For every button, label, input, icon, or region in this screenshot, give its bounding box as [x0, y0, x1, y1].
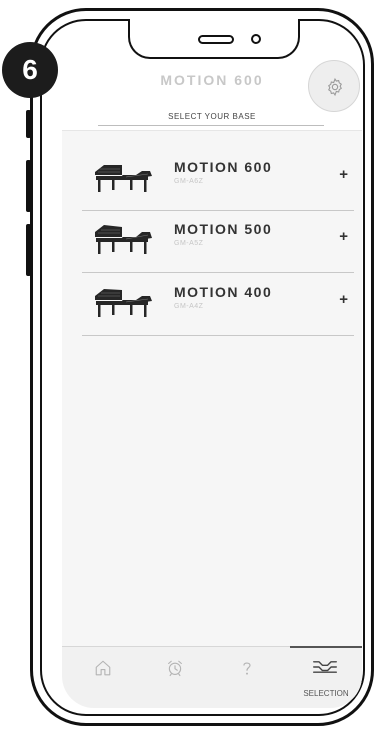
base-name: MOTION 400 — [174, 284, 273, 300]
base-item-motion-400[interactable]: MOTION 400 GM-A4Z + — [82, 276, 354, 336]
step-number-badge: 6 — [2, 42, 58, 98]
speaker-grille — [198, 35, 234, 44]
add-base-button[interactable]: + — [339, 228, 348, 245]
base-name: MOTION 500 — [174, 221, 273, 237]
front-camera — [251, 34, 261, 44]
header-divider — [98, 125, 324, 126]
list-divider — [82, 335, 354, 336]
base-name: MOTION 600 — [174, 159, 273, 175]
add-base-button[interactable]: + — [339, 291, 348, 308]
app-screen: MOTION 600 SELECT YOUR BASE MOTION 600 G… — [62, 58, 362, 708]
gear-icon — [328, 77, 342, 97]
add-base-button[interactable]: + — [339, 166, 348, 183]
base-model-code: GM-A5Z — [174, 240, 204, 247]
tab-bar: SELECTION — [62, 646, 362, 708]
adjustable-bed-icon — [95, 165, 152, 192]
settings-button[interactable] — [308, 60, 360, 112]
tab-help[interactable] — [216, 647, 278, 708]
tab-selection[interactable]: SELECTION — [290, 646, 362, 708]
base-item-motion-600[interactable]: MOTION 600 GM-A6Z + — [82, 151, 354, 211]
adjustable-bed-icon — [95, 225, 152, 254]
base-model-code: GM-A6Z — [174, 178, 204, 185]
tab-home[interactable] — [72, 647, 134, 708]
app-header: MOTION 600 SELECT YOUR BASE — [62, 58, 362, 130]
list-divider — [82, 210, 354, 211]
active-tab-indicator — [290, 646, 362, 648]
base-model-code: GM-A4Z — [174, 303, 204, 310]
base-list: MOTION 600 GM-A6Z + MOTION 500 GM-A5Z + … — [62, 130, 362, 647]
bed-position-icon — [313, 661, 337, 673]
alarm-clock-icon — [168, 660, 182, 677]
home-icon — [95, 660, 111, 676]
base-item-motion-500[interactable]: MOTION 500 GM-A5Z + — [82, 213, 354, 273]
page-subtitle: SELECT YOUR BASE — [168, 112, 256, 121]
list-divider — [82, 272, 354, 273]
tab-alarm[interactable] — [144, 647, 206, 708]
tab-label: SELECTION — [303, 689, 349, 698]
adjustable-bed-icon — [95, 289, 152, 317]
question-mark-icon — [243, 662, 251, 675]
